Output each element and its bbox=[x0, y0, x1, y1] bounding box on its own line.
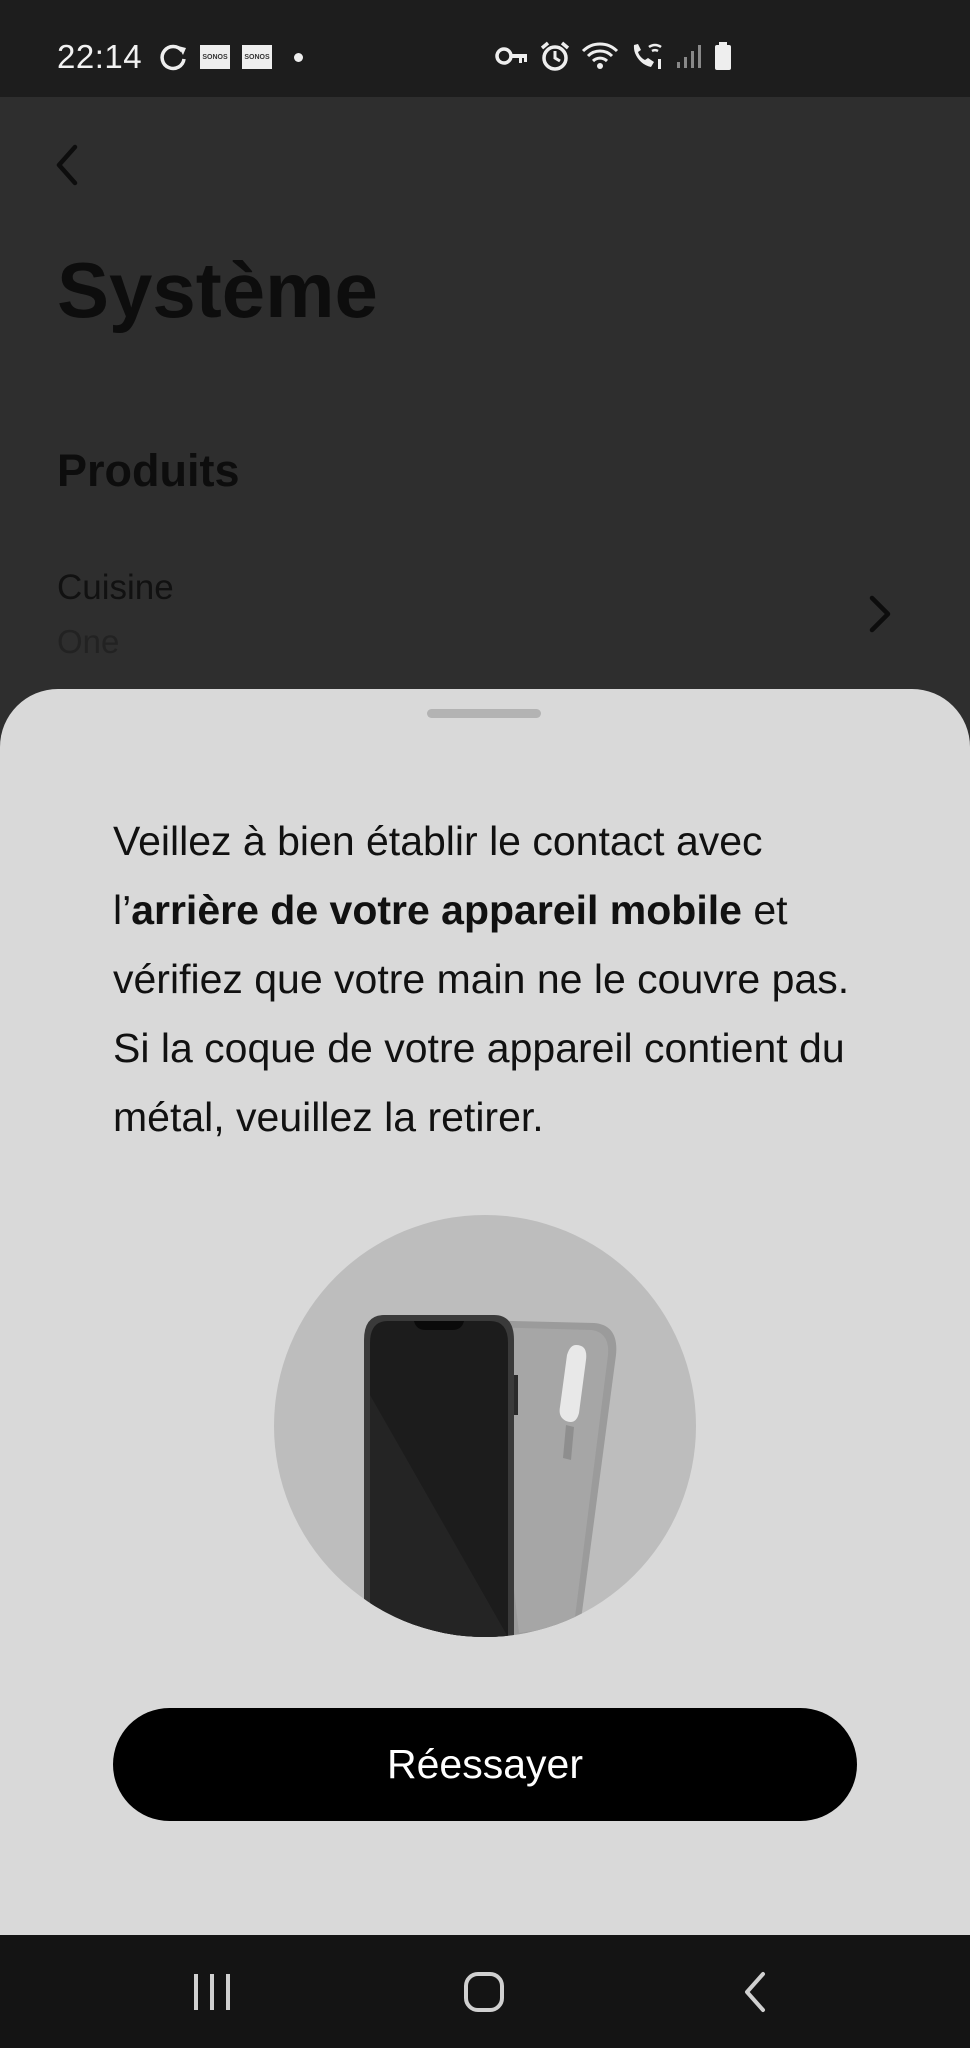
sonos-badge-icon: SONOS bbox=[200, 45, 230, 69]
battery-icon bbox=[715, 42, 731, 70]
section-title: Produits bbox=[57, 445, 240, 496]
product-model: One bbox=[57, 623, 120, 660]
back-nav-icon bbox=[745, 1971, 765, 2012]
home-button[interactable] bbox=[424, 1935, 544, 2048]
status-icons-left: SONOS SONOS bbox=[158, 42, 303, 72]
sync-icon bbox=[160, 44, 186, 71]
message-bold-text: arrière de votre appareil mobile bbox=[131, 887, 742, 933]
status-bar: 22:14 SONOS SONOS bbox=[0, 0, 970, 97]
wifi-icon bbox=[581, 42, 619, 69]
sonos-badge-icon: SONOS bbox=[242, 45, 272, 69]
home-icon bbox=[464, 1971, 504, 2012]
alarm-icon bbox=[540, 41, 570, 71]
recent-apps-button[interactable] bbox=[152, 1935, 272, 2048]
back-button[interactable] bbox=[48, 140, 88, 190]
sheet-grabber[interactable] bbox=[427, 709, 541, 718]
back-nav-button[interactable] bbox=[696, 1935, 816, 2048]
recent-apps-icon bbox=[194, 1973, 230, 2010]
phone-case-illustration bbox=[274, 1215, 696, 1637]
sheet-message: Veillez à bien établir le contact avec l… bbox=[113, 807, 873, 1152]
status-icons-right bbox=[495, 40, 733, 72]
dot-icon bbox=[294, 52, 303, 62]
status-time: 22:14 bbox=[57, 38, 143, 75]
chevron-right-icon[interactable] bbox=[862, 590, 898, 638]
phone-case-icon bbox=[364, 1315, 617, 1637]
signal-icon bbox=[677, 45, 701, 68]
key-icon bbox=[495, 47, 527, 65]
page-title: Système bbox=[57, 246, 378, 334]
navigation-bar bbox=[0, 1935, 970, 2048]
product-name[interactable]: Cuisine bbox=[57, 568, 174, 608]
retry-button[interactable]: Réessayer bbox=[113, 1708, 857, 1821]
bottom-sheet: Veillez à bien établir le contact avec l… bbox=[0, 689, 970, 1935]
wifi-call-icon bbox=[633, 43, 662, 69]
